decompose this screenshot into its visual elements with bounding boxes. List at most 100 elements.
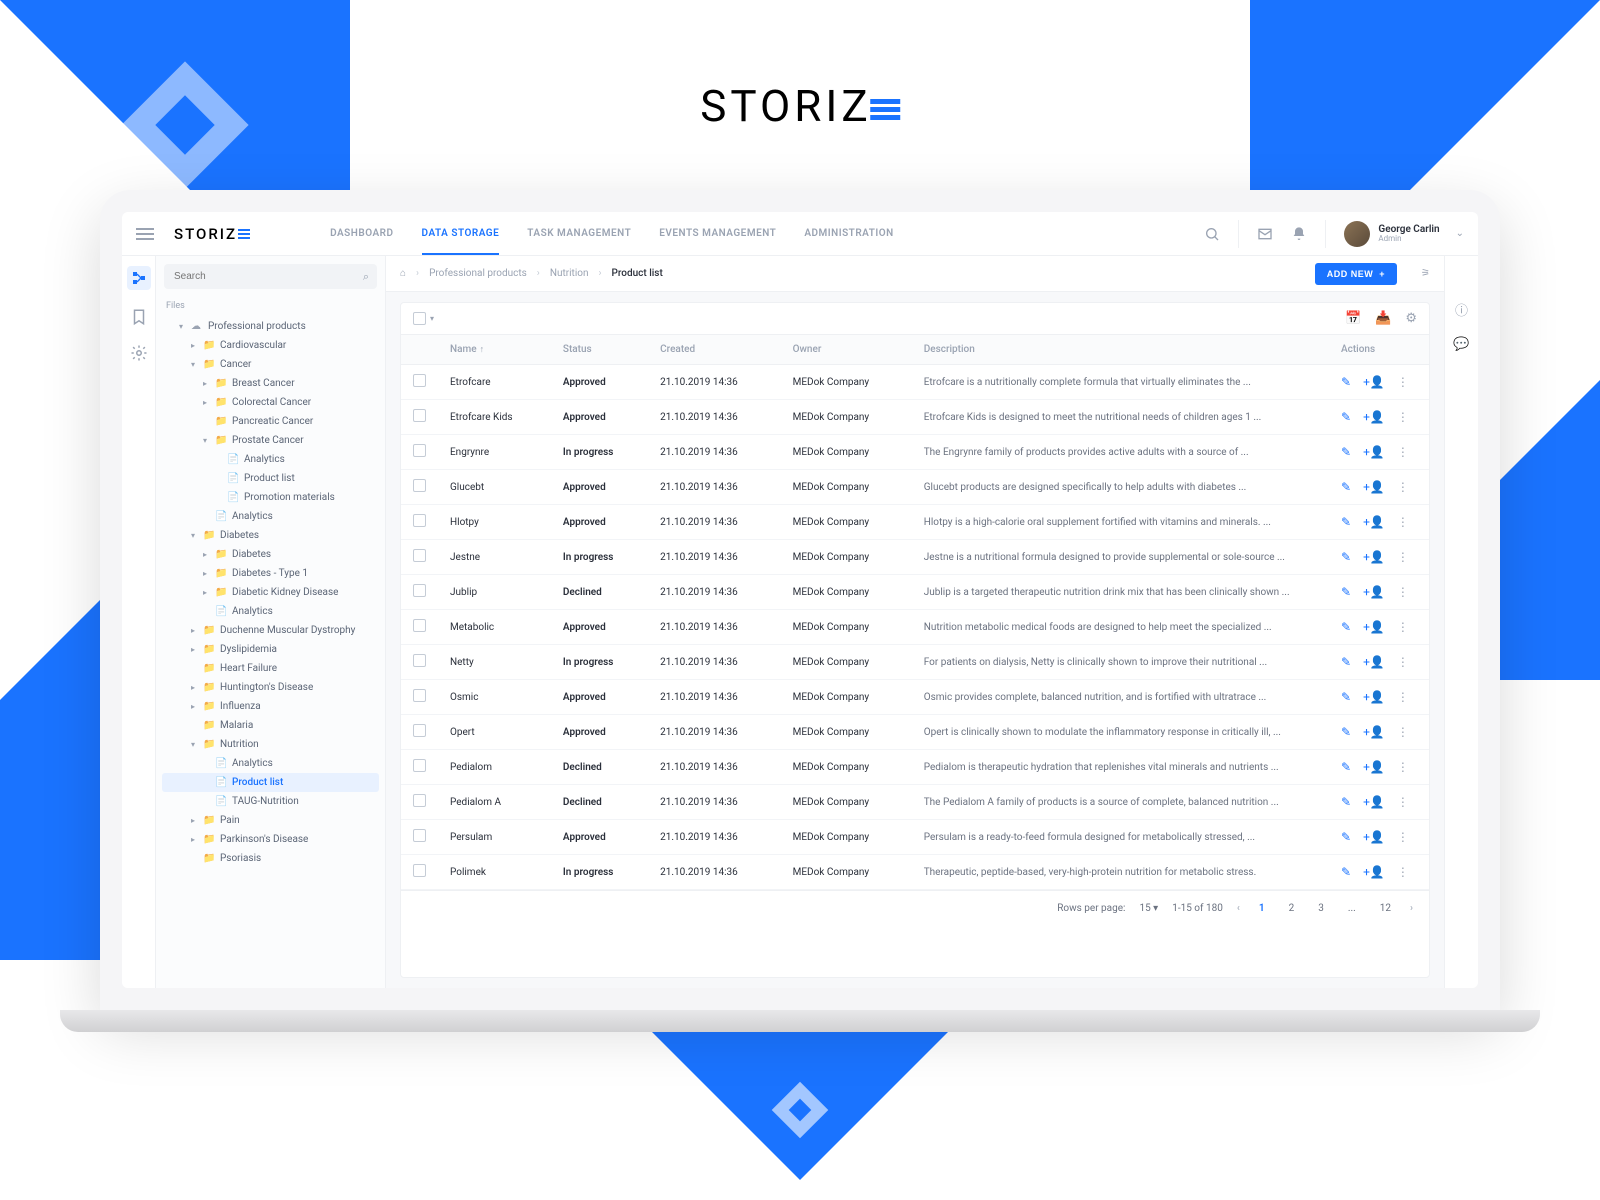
table-row[interactable]: PedialomDeclined21.10.2019 14:36MEDok Co…	[401, 750, 1429, 785]
row-checkbox[interactable]	[413, 444, 426, 457]
mail-icon[interactable]	[1257, 226, 1273, 242]
tree-item[interactable]: 📄Analytics	[162, 507, 379, 526]
add-user-icon[interactable]: +👤	[1363, 375, 1385, 389]
tree-item[interactable]: ▾📁Cancer	[162, 355, 379, 374]
row-checkbox[interactable]	[413, 374, 426, 387]
col-name[interactable]: Name↑	[438, 335, 551, 365]
row-checkbox[interactable]	[413, 689, 426, 702]
table-row[interactable]: JublipDeclined21.10.2019 14:36MEDok Comp…	[401, 575, 1429, 610]
row-checkbox[interactable]	[413, 724, 426, 737]
more-icon[interactable]: ⋮	[1397, 865, 1409, 879]
tree-item[interactable]: ▸📁Cardiovascular	[162, 336, 379, 355]
add-user-icon[interactable]: +👤	[1363, 795, 1385, 809]
edit-icon[interactable]: ✎	[1341, 620, 1351, 634]
add-new-button[interactable]: ADD NEW+	[1315, 263, 1397, 285]
add-user-icon[interactable]: +👤	[1363, 760, 1385, 774]
select-all-dropdown[interactable]: ▾	[430, 314, 434, 323]
table-row[interactable]: EtrofcareApproved21.10.2019 14:36MEDok C…	[401, 365, 1429, 400]
tree-item[interactable]: ▸📁Diabetes	[162, 545, 379, 564]
tree-item[interactable]: 📄Promotion materials	[162, 488, 379, 507]
rail-bookmark-icon[interactable]	[130, 308, 148, 326]
page-12[interactable]: 12	[1375, 901, 1396, 916]
edit-icon[interactable]: ✎	[1341, 410, 1351, 424]
add-user-icon[interactable]: +👤	[1363, 585, 1385, 599]
edit-icon[interactable]: ✎	[1341, 585, 1351, 599]
table-row[interactable]: GlucebtApproved21.10.2019 14:36MEDok Com…	[401, 470, 1429, 505]
more-icon[interactable]: ⋮	[1397, 550, 1409, 564]
tree-item[interactable]: 📄Product list	[162, 773, 379, 792]
search-icon[interactable]	[1204, 226, 1220, 242]
table-row[interactable]: PersulamApproved21.10.2019 14:36MEDok Co…	[401, 820, 1429, 855]
more-icon[interactable]: ⋮	[1397, 655, 1409, 669]
tree-item[interactable]: 📄Analytics	[162, 450, 379, 469]
row-checkbox[interactable]	[413, 549, 426, 562]
tree-item[interactable]: 📁Heart Failure	[162, 659, 379, 678]
prev-page[interactable]: ‹	[1237, 903, 1240, 914]
tree-item[interactable]: ▾📁Nutrition	[162, 735, 379, 754]
more-icon[interactable]: ⋮	[1397, 620, 1409, 634]
table-row[interactable]: HlotpyApproved21.10.2019 14:36MEDok Comp…	[401, 505, 1429, 540]
tree-item[interactable]: 📄Product list	[162, 469, 379, 488]
tree-item[interactable]: ▸📁Diabetes - Type 1	[162, 564, 379, 583]
edit-icon[interactable]: ✎	[1341, 830, 1351, 844]
tree-item[interactable]: 📁Psoriasis	[162, 849, 379, 868]
search-icon[interactable]: ⌕	[363, 270, 369, 284]
edit-icon[interactable]: ✎	[1341, 760, 1351, 774]
table-row[interactable]: MetabolicApproved21.10.2019 14:36MEDok C…	[401, 610, 1429, 645]
row-checkbox[interactable]	[413, 794, 426, 807]
tab-administration[interactable]: ADMINISTRATION	[804, 212, 893, 255]
row-checkbox[interactable]	[413, 514, 426, 527]
next-page[interactable]: ›	[1410, 903, 1413, 914]
tree-item[interactable]: ▸📁Dyslipidemia	[162, 640, 379, 659]
more-icon[interactable]: ⋮	[1397, 830, 1409, 844]
gear-icon[interactable]: ⚙	[1405, 311, 1417, 326]
more-icon[interactable]: ⋮	[1397, 515, 1409, 529]
table-row[interactable]: OsmicApproved21.10.2019 14:36MEDok Compa…	[401, 680, 1429, 715]
filter-icon[interactable]: ⚞	[1421, 268, 1430, 279]
tree-item[interactable]: ▸📁Colorectal Cancer	[162, 393, 379, 412]
chat-icon[interactable]: 💬	[1453, 337, 1469, 352]
calendar-icon[interactable]: 📅	[1345, 311, 1361, 326]
table-row[interactable]: PolimekIn progress21.10.2019 14:36MEDok …	[401, 855, 1429, 890]
row-checkbox[interactable]	[413, 584, 426, 597]
row-checkbox[interactable]	[413, 479, 426, 492]
table-row[interactable]: Etrofcare KidsApproved21.10.2019 14:36ME…	[401, 400, 1429, 435]
more-icon[interactable]: ⋮	[1397, 760, 1409, 774]
tree-item[interactable]: ▸📁Pain	[162, 811, 379, 830]
add-user-icon[interactable]: +👤	[1363, 445, 1385, 459]
more-icon[interactable]: ⋮	[1397, 585, 1409, 599]
edit-icon[interactable]: ✎	[1341, 375, 1351, 389]
tree-item[interactable]: 📄Analytics	[162, 754, 379, 773]
tree-item[interactable]: ▸📁Huntington's Disease	[162, 678, 379, 697]
add-user-icon[interactable]: +👤	[1363, 480, 1385, 494]
breadcrumb-2[interactable]: Nutrition	[550, 268, 589, 279]
add-user-icon[interactable]: +👤	[1363, 655, 1385, 669]
edit-icon[interactable]: ✎	[1341, 655, 1351, 669]
tree-item[interactable]: 📁Pancreatic Cancer	[162, 412, 379, 431]
add-user-icon[interactable]: +👤	[1363, 515, 1385, 529]
rail-gear-icon[interactable]	[130, 344, 148, 362]
page-2[interactable]: 2	[1284, 901, 1300, 916]
rail-tree-icon[interactable]	[127, 266, 151, 290]
menu-toggle[interactable]	[136, 228, 154, 240]
table-row[interactable]: OpertApproved21.10.2019 14:36MEDok Compa…	[401, 715, 1429, 750]
info-icon[interactable]: ⓘ	[1455, 300, 1468, 319]
tab-dashboard[interactable]: DASHBOARD	[330, 212, 393, 255]
tab-data-storage[interactable]: DATA STORAGE	[422, 212, 500, 255]
table-row[interactable]: NettyIn progress21.10.2019 14:36MEDok Co…	[401, 645, 1429, 680]
more-icon[interactable]: ⋮	[1397, 410, 1409, 424]
tree-item[interactable]: ▾☁Professional products	[162, 317, 379, 336]
edit-icon[interactable]: ✎	[1341, 480, 1351, 494]
tree-item[interactable]: ▸📁Breast Cancer	[162, 374, 379, 393]
col-created[interactable]: Created	[648, 335, 781, 365]
rows-per-page-select[interactable]: 15 ▾	[1139, 903, 1158, 914]
row-checkbox[interactable]	[413, 619, 426, 632]
tree-item[interactable]: ▸📁Influenza	[162, 697, 379, 716]
add-user-icon[interactable]: +👤	[1363, 830, 1385, 844]
tree-item[interactable]: ▸📁Duchenne Muscular Dystrophy	[162, 621, 379, 640]
more-icon[interactable]: ⋮	[1397, 795, 1409, 809]
tab-task-management[interactable]: TASK MANAGEMENT	[527, 212, 631, 255]
col-description[interactable]: Description	[912, 335, 1329, 365]
archive-icon[interactable]: 📥	[1375, 311, 1391, 326]
tree-item[interactable]: 📁Malaria	[162, 716, 379, 735]
